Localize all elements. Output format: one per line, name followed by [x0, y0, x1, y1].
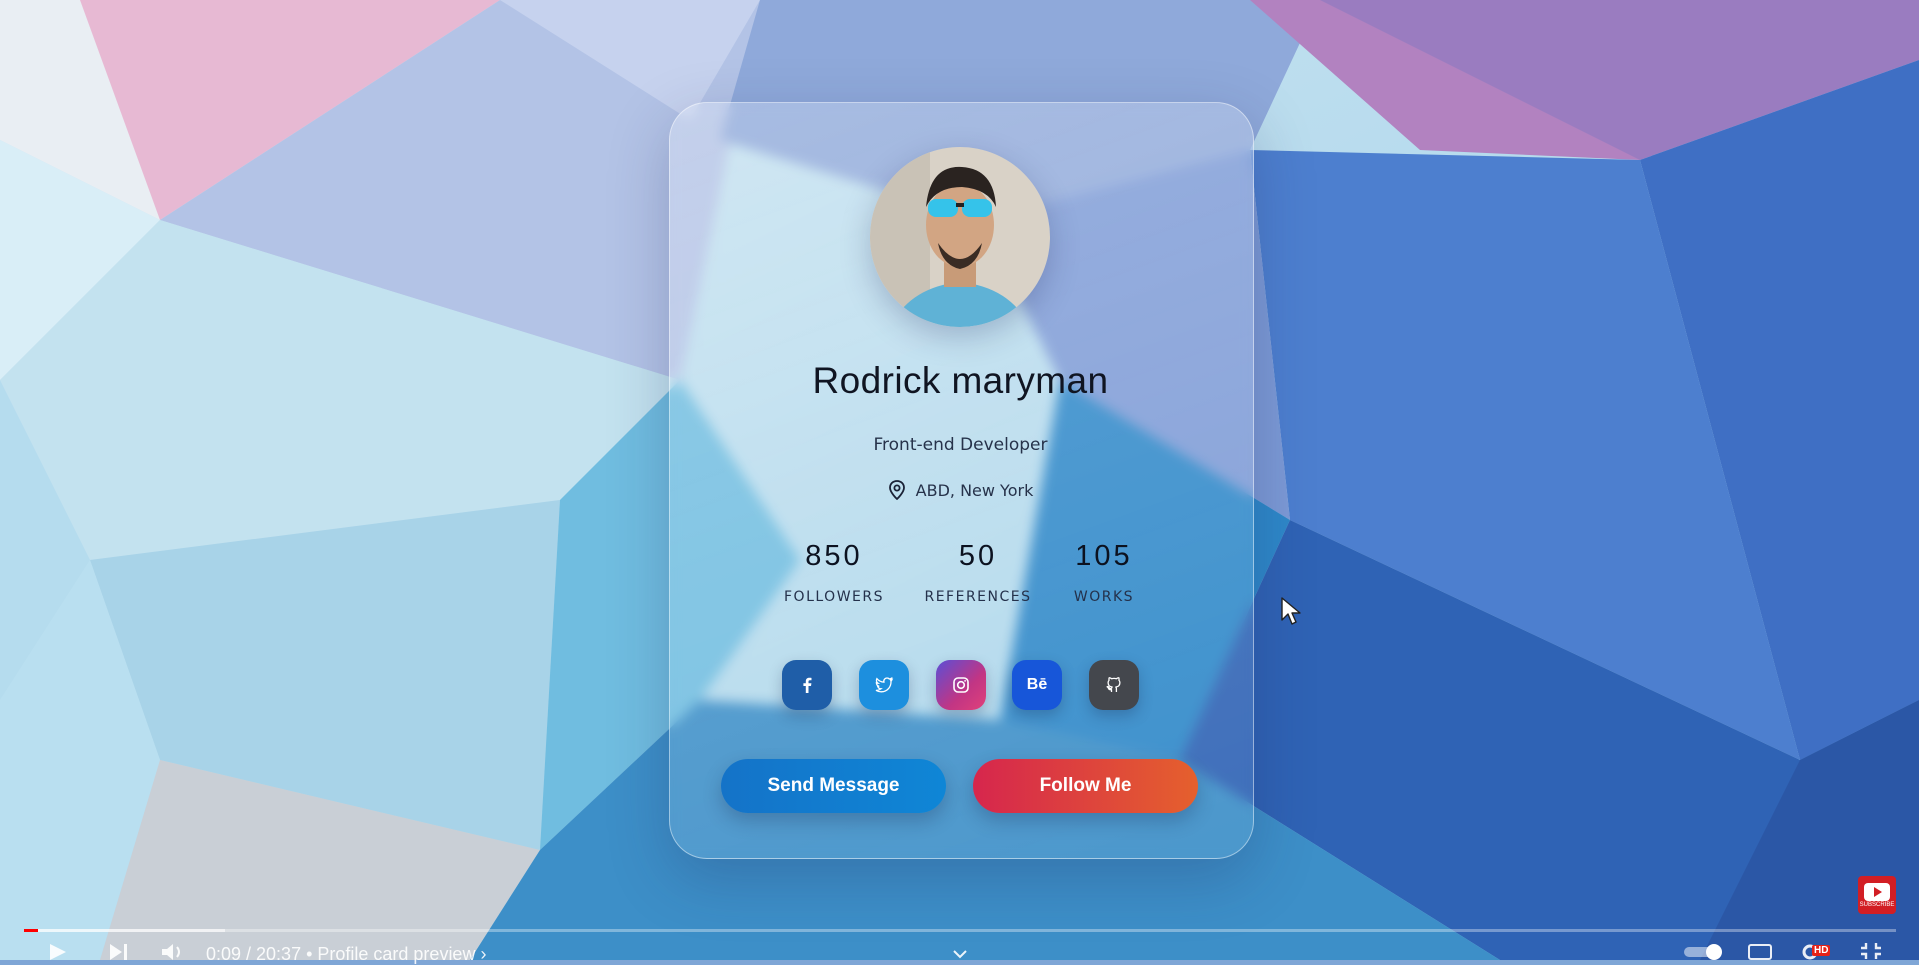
- exit-fullscreen-icon[interactable]: [1860, 943, 1882, 959]
- stat-followers: 850 FOLLOWERS: [774, 540, 894, 605]
- github-button[interactable]: [1089, 660, 1139, 710]
- location-pin-icon: [888, 480, 905, 500]
- twitter-button[interactable]: [859, 660, 909, 710]
- progress-played: [24, 929, 38, 932]
- stat-value: 50: [958, 540, 998, 572]
- instagram-icon: [953, 677, 969, 693]
- stat-references: 50 REFERENCES: [918, 540, 1038, 605]
- play-icon[interactable]: [48, 944, 68, 960]
- facebook-icon: [803, 677, 812, 693]
- next-icon[interactable]: [108, 944, 130, 960]
- progress-buffered: [24, 929, 225, 932]
- stat-label: REFERENCES: [924, 589, 1032, 605]
- facebook-button[interactable]: [782, 660, 832, 710]
- twitter-icon: [875, 676, 894, 693]
- follow-me-button[interactable]: Follow Me: [973, 759, 1198, 813]
- behance-icon: Bē: [1026, 676, 1048, 693]
- send-message-button[interactable]: Send Message: [721, 759, 946, 813]
- profile-role: Front-end Developer: [873, 435, 1048, 455]
- behance-button[interactable]: Bē: [1012, 660, 1062, 710]
- profile-name: Rodrick maryman: [812, 360, 1109, 401]
- instagram-button[interactable]: [936, 660, 986, 710]
- time-and-chapter[interactable]: 0:09 / 20:37 • Profile card preview ›: [206, 944, 486, 965]
- chevron-down-icon[interactable]: [952, 949, 968, 959]
- subscribe-watermark[interactable]: SUBSCRIBE: [1858, 876, 1896, 914]
- stat-works: 105 WORKS: [1044, 540, 1164, 605]
- video-player-controls: 0:09 / 20:37 • Profile card preview › HD: [0, 925, 1919, 964]
- location-text: ABD, New York: [915, 480, 1034, 500]
- progress-track[interactable]: [24, 929, 1896, 932]
- stat-label: WORKS: [1073, 589, 1135, 605]
- subscribe-label: SUBSCRIBE: [1859, 901, 1895, 908]
- github-icon: [1106, 677, 1121, 692]
- volume-icon[interactable]: [160, 944, 186, 960]
- profile-location: ABD, New York: [669, 480, 1252, 500]
- captions-icon[interactable]: [1748, 944, 1772, 960]
- hd-badge: HD: [1812, 945, 1831, 956]
- stat-value: 850: [805, 540, 863, 572]
- stat-value: 105: [1075, 540, 1133, 572]
- profile-avatar: [870, 147, 1050, 327]
- mouse-cursor-icon: [1281, 597, 1301, 625]
- autoplay-toggle-icon[interactable]: [1684, 944, 1728, 960]
- youtube-logo-icon: [1864, 882, 1890, 901]
- stat-label: FOLLOWERS: [784, 589, 884, 605]
